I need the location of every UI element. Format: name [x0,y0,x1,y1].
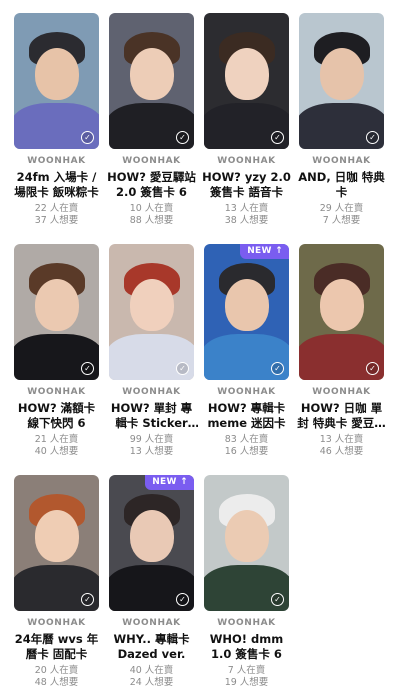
card-title[interactable]: HOW? 單封 專輯卡 Sticker ver. [106,401,198,431]
photocard-image[interactable]: ✓ [14,475,99,611]
card-title[interactable]: HOW? yzy 2.0 簽售卡 語音卡 [201,170,293,200]
photocard-image[interactable]: ✓ [109,13,194,149]
photocard-item[interactable]: ✓ WOONHAK AND, 日咖 特典卡 29 人在賣 7 人想要 [298,13,385,237]
face-shape [319,48,364,101]
face-shape [319,279,364,332]
wanted-count: 37 人想要 [34,215,79,226]
artist-name: WOONHAK [217,156,276,166]
face-shape [34,48,79,101]
face-shape [129,510,174,563]
selling-count: 99 人在賣 [129,434,174,445]
photocard-image[interactable]: ✓ [299,244,384,380]
wanted-count: 7 人想要 [322,215,361,226]
photocard-item[interactable]: ✓ WOONHAK 24fm 入場卡 / 場限卡 飯咪粽卡 22 人在賣 37 … [14,13,99,237]
face-shape [224,48,269,101]
wanted-count: 88 人想要 [129,215,174,226]
photocard-image[interactable]: ✓ [14,13,99,149]
checkmark-icon[interactable]: ✓ [366,131,379,144]
selling-count: 13 人在賣 [319,434,364,445]
photocard-item[interactable]: ✓ WOONHAK HOW? 愛豆驛站 2.0 簽售卡 6 10 人在賣 88 … [107,13,196,237]
artist-name: WOONHAK [122,387,181,397]
checkmark-icon[interactable]: ✓ [271,593,284,606]
artist-name: WOONHAK [122,156,181,166]
face-shape [34,279,79,332]
artist-name: WOONHAK [312,156,371,166]
face-shape [34,510,79,563]
face-shape [224,510,269,563]
wanted-count: 24 人想要 [129,677,174,688]
wanted-count: 38 人想要 [224,215,269,226]
wanted-count: 46 人想要 [319,446,364,457]
artist-name: WOONHAK [217,387,276,397]
photocard-image[interactable]: ✓ [299,13,384,149]
checkmark-icon[interactable]: ✓ [81,131,94,144]
artist-name: WOONHAK [122,618,181,628]
photocard-item[interactable]: NEW ↑ ✓ WOONHAK WHY.. 專輯卡 Dazed ver. 40 … [109,475,194,699]
photocard-grid: ✓ WOONHAK 24fm 入場卡 / 場限卡 飯咪粽卡 22 人在賣 37 … [14,13,386,699]
face-shape [129,279,174,332]
artist-name: WOONHAK [27,156,86,166]
photocard-item[interactable]: ✓ WOONHAK HOW? yzy 2.0 簽售卡 語音卡 13 人在賣 38… [202,13,291,237]
photocard-item[interactable]: ✓ WOONHAK HOW? 滿額卡 線下快閃 6 21 人在賣 40 人想要 [14,244,99,468]
photocard-item[interactable]: ✓ WOONHAK 24年曆 wvs 年曆卡 固配卡 20 人在賣 48 人想要 [14,475,99,699]
selling-count: 7 人在賣 [227,665,266,676]
checkmark-icon[interactable]: ✓ [271,362,284,375]
photocard-image[interactable]: NEW ↑ ✓ [109,475,194,611]
checkmark-icon[interactable]: ✓ [81,362,94,375]
checkmark-icon[interactable]: ✓ [81,593,94,606]
artist-name: WOONHAK [217,618,276,628]
card-title[interactable]: AND, 日咖 特典卡 [296,170,388,200]
artist-name: WOONHAK [27,618,86,628]
new-badge: NEW ↑ [240,244,289,259]
photocard-image[interactable]: ✓ [109,244,194,380]
selling-count: 40 人在賣 [129,665,174,676]
wanted-count: 19 人想要 [224,677,269,688]
card-title[interactable]: HOW? 愛豆驛站 2.0 簽售卡 6 [106,170,198,200]
wanted-count: 40 人想要 [34,446,79,457]
selling-count: 83 人在賣 [224,434,269,445]
wanted-count: 13 人想要 [129,446,174,457]
artist-name: WOONHAK [27,387,86,397]
selling-count: 21 人在賣 [34,434,79,445]
photocard-image[interactable]: ✓ [204,475,289,611]
selling-count: 20 人在賣 [34,665,79,676]
wanted-count: 16 人想要 [224,446,269,457]
checkmark-icon[interactable]: ✓ [176,362,189,375]
selling-count: 22 人在賣 [34,203,79,214]
card-title[interactable]: 24fm 入場卡 / 場限卡 飯咪粽卡 [11,170,103,200]
artist-name: WOONHAK [312,387,371,397]
photocard-item[interactable]: ✓ WOONHAK HOW? 單封 專輯卡 Sticker ver. 99 人在… [109,244,194,468]
face-shape [224,279,269,332]
card-title[interactable]: HOW? 滿額卡 線下快閃 6 [11,401,103,431]
card-title[interactable]: WHO! dmm 1.0 簽售卡 6 [201,632,293,662]
selling-count: 29 人在賣 [319,203,364,214]
checkmark-icon[interactable]: ✓ [366,362,379,375]
face-shape [129,48,174,101]
selling-count: 13 人在賣 [224,203,269,214]
card-title[interactable]: HOW? 日咖 單封 特典卡 愛豆驛站 [296,401,388,431]
photocard-image[interactable]: NEW ↑ ✓ [204,244,289,380]
checkmark-icon[interactable]: ✓ [176,131,189,144]
photocard-image[interactable]: ✓ [204,13,289,149]
photocard-image[interactable]: ✓ [14,244,99,380]
checkmark-icon[interactable]: ✓ [176,593,189,606]
card-title[interactable]: WHY.. 專輯卡 Dazed ver. [106,632,198,662]
card-title[interactable]: 24年曆 wvs 年曆卡 固配卡 [11,632,103,662]
new-badge: NEW ↑ [145,475,194,490]
photocard-item[interactable]: ✓ WOONHAK HOW? 日咖 單封 特典卡 愛豆驛站 13 人在賣 46 … [297,244,386,468]
card-title[interactable]: HOW? 專輯卡 meme 迷因卡 [201,401,293,431]
selling-count: 10 人在賣 [129,203,174,214]
photocard-item[interactable]: ✓ WOONHAK WHO! dmm 1.0 簽售卡 6 7 人在賣 19 人想… [204,475,289,699]
photocard-item[interactable]: NEW ↑ ✓ WOONHAK HOW? 專輯卡 meme 迷因卡 83 人在賣… [204,244,289,468]
checkmark-icon[interactable]: ✓ [271,131,284,144]
wanted-count: 48 人想要 [34,677,79,688]
